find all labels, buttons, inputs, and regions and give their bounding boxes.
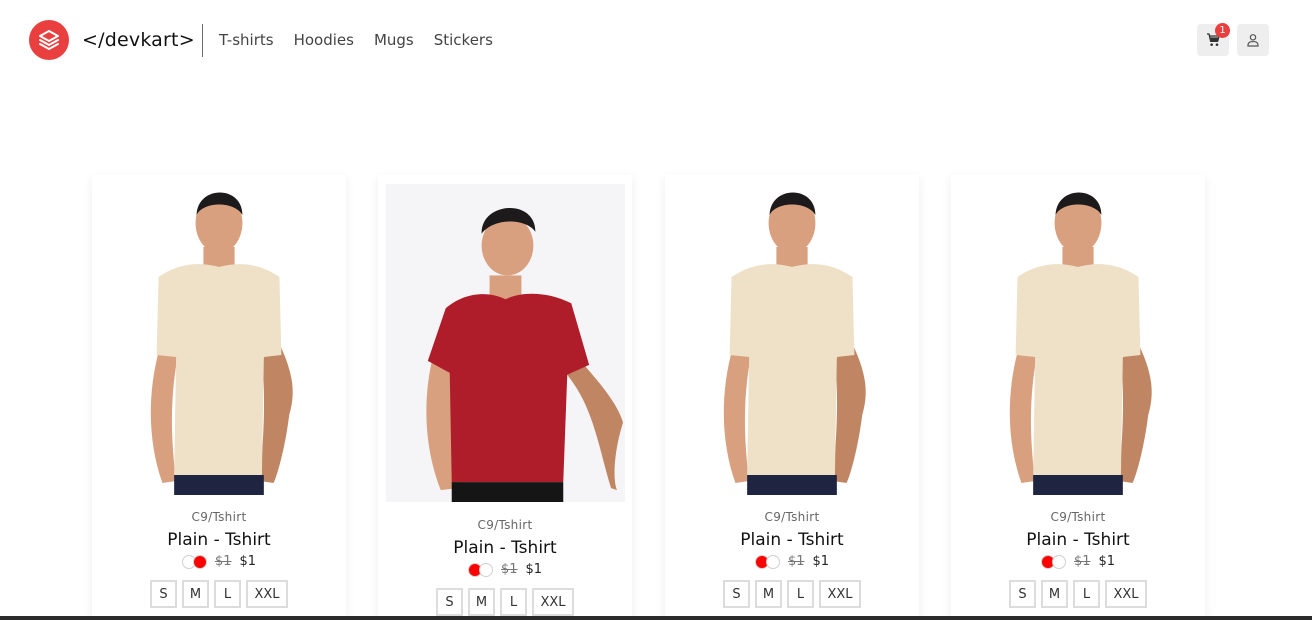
nav-mugs[interactable]: Mugs — [374, 31, 414, 49]
product-name[interactable]: Plain - Tshirt — [378, 538, 632, 558]
product-category: C9/Tshirt — [191, 510, 247, 524]
product-image[interactable] — [386, 184, 625, 502]
size-option-l[interactable]: L — [214, 580, 241, 608]
size-option-l[interactable]: L — [500, 588, 527, 616]
product-meta: $1 $1 — [951, 554, 1205, 569]
size-option-m[interactable]: M — [182, 580, 209, 608]
user-icon — [1247, 34, 1259, 47]
nav-stickers[interactable]: Stickers — [434, 31, 493, 49]
size-options: S M L XXL — [665, 580, 919, 608]
old-price: $1 — [787, 554, 805, 569]
price: $1 — [812, 554, 830, 569]
site-header: </devkart> T-shirts Hoodies Mugs Sticker… — [0, 0, 1312, 82]
size-option-xxl[interactable]: XXL — [532, 588, 574, 616]
size-options: S M L XXL — [378, 588, 632, 616]
size-option-xxl[interactable]: XXL — [819, 580, 861, 608]
product-category: C9/Tshirt — [477, 518, 533, 532]
product-category: C9/Tshirt — [764, 510, 820, 524]
color-swatch[interactable] — [192, 554, 207, 569]
size-option-m[interactable]: M — [468, 588, 495, 616]
product-image[interactable] — [102, 175, 336, 495]
size-options: S M L XXL — [951, 580, 1205, 608]
size-option-xxl[interactable]: XXL — [246, 580, 288, 608]
size-option-m[interactable]: M — [1041, 580, 1068, 608]
brand-name[interactable]: </devkart> — [82, 29, 195, 51]
size-option-s[interactable]: S — [723, 580, 750, 608]
old-price: $1 — [1073, 554, 1091, 569]
product-name[interactable]: Plain - Tshirt — [92, 530, 346, 550]
color-swatch[interactable] — [1051, 554, 1066, 569]
product-meta: $1 $1 — [92, 554, 346, 569]
product-card[interactable]: C9/Tshirt Plain - Tshirt $1 $1 S M L XXL — [92, 175, 346, 620]
price: $1 — [525, 562, 543, 577]
price: $1 — [1098, 554, 1116, 569]
account-button[interactable] — [1237, 24, 1269, 56]
color-swatches — [467, 562, 493, 577]
product-info: C9/Tshirt Plain - Tshirt $1 $1 S M L XXL — [665, 510, 919, 608]
color-swatches — [181, 554, 207, 569]
product-info: C9/Tshirt Plain - Tshirt $1 $1 S M L XXL — [92, 510, 346, 608]
product-meta: $1 $1 — [665, 554, 919, 569]
cart-button[interactable]: 1 — [1197, 23, 1230, 56]
product-photo — [961, 175, 1195, 495]
product-info: C9/Tshirt Plain - Tshirt $1 $1 S M L XXL — [951, 510, 1205, 608]
size-option-s[interactable]: S — [150, 580, 177, 608]
bottom-bar — [0, 616, 1312, 620]
color-swatch[interactable] — [765, 554, 780, 569]
product-meta: $1 $1 — [378, 562, 632, 577]
color-swatches — [754, 554, 780, 569]
size-option-s[interactable]: S — [436, 588, 463, 616]
product-image[interactable] — [675, 175, 909, 495]
color-swatch[interactable] — [478, 562, 493, 577]
cart-count-badge: 1 — [1215, 23, 1230, 38]
layers-icon[interactable] — [29, 20, 69, 60]
product-category: C9/Tshirt — [1050, 510, 1106, 524]
product-name[interactable]: Plain - Tshirt — [951, 530, 1205, 550]
old-price: $1 — [214, 554, 232, 569]
product-photo — [386, 184, 625, 502]
product-name[interactable]: Plain - Tshirt — [665, 530, 919, 550]
main-nav: T-shirts Hoodies Mugs Stickers — [219, 31, 493, 49]
size-options: S M L XXL — [92, 580, 346, 608]
size-option-m[interactable]: M — [755, 580, 782, 608]
size-option-s[interactable]: S — [1009, 580, 1036, 608]
product-card[interactable]: C9/Tshirt Plain - Tshirt $1 $1 S M L XXL — [665, 175, 919, 620]
product-photo — [675, 175, 909, 495]
price: $1 — [239, 554, 257, 569]
product-photo — [102, 175, 336, 495]
old-price: $1 — [500, 562, 518, 577]
nav-tshirts[interactable]: T-shirts — [219, 31, 274, 49]
color-swatches — [1040, 554, 1066, 569]
size-option-xxl[interactable]: XXL — [1105, 580, 1147, 608]
product-card[interactable]: C9/Tshirt Plain - Tshirt $1 $1 S M L XXL — [951, 175, 1205, 620]
header-divider — [202, 24, 203, 57]
product-image[interactable] — [961, 175, 1195, 495]
product-info: C9/Tshirt Plain - Tshirt $1 $1 S M L XXL — [378, 518, 632, 616]
product-card[interactable]: C9/Tshirt Plain - Tshirt $1 $1 S M L XXL — [378, 175, 632, 620]
size-option-l[interactable]: L — [1073, 580, 1100, 608]
nav-hoodies[interactable]: Hoodies — [294, 31, 354, 49]
size-option-l[interactable]: L — [787, 580, 814, 608]
